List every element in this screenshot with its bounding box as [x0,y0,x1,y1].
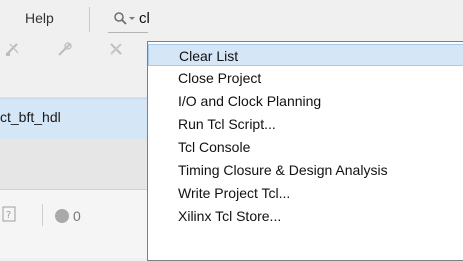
popup-item-run-tcl-script[interactable]: Run Tcl Script... [148,113,463,135]
status-count: 0 [73,208,81,224]
status-separator [42,204,43,226]
popup-item-close-project[interactable]: Close Project [148,67,463,89]
search-icon[interactable] [113,11,137,27]
popup-item-tcl-console[interactable]: Tcl Console [148,136,463,158]
quick-access-search[interactable] [108,6,463,33]
popup-item-xilinx-tcl-store[interactable]: Xilinx Tcl Store... [148,205,463,227]
delete-icon[interactable] [108,41,126,57]
search-input[interactable] [139,7,339,29]
svg-text:?: ? [6,210,11,221]
search-results-popup: Clear List Close Project I/O and Clock P… [147,41,463,261]
menu-help[interactable]: Help [25,10,54,26]
menubar-separator [89,7,90,32]
popup-item-timing-closure[interactable]: Timing Closure & Design Analysis [148,159,463,181]
popup-item-write-project-tcl[interactable]: Write Project Tcl... [148,182,463,204]
popup-item-io-clock-planning[interactable]: I/O and Clock Planning [148,90,463,112]
search-underline [108,32,148,33]
cut-icon[interactable] [4,41,22,57]
project-name: ct_bft_hdl [0,109,61,125]
menu-bar: Help [0,0,463,38]
popup-item-clear-list[interactable]: Clear List [148,44,463,66]
edit-icon[interactable] [56,41,74,57]
status-dot-icon [55,209,69,223]
help-icon[interactable]: ? [2,206,16,222]
